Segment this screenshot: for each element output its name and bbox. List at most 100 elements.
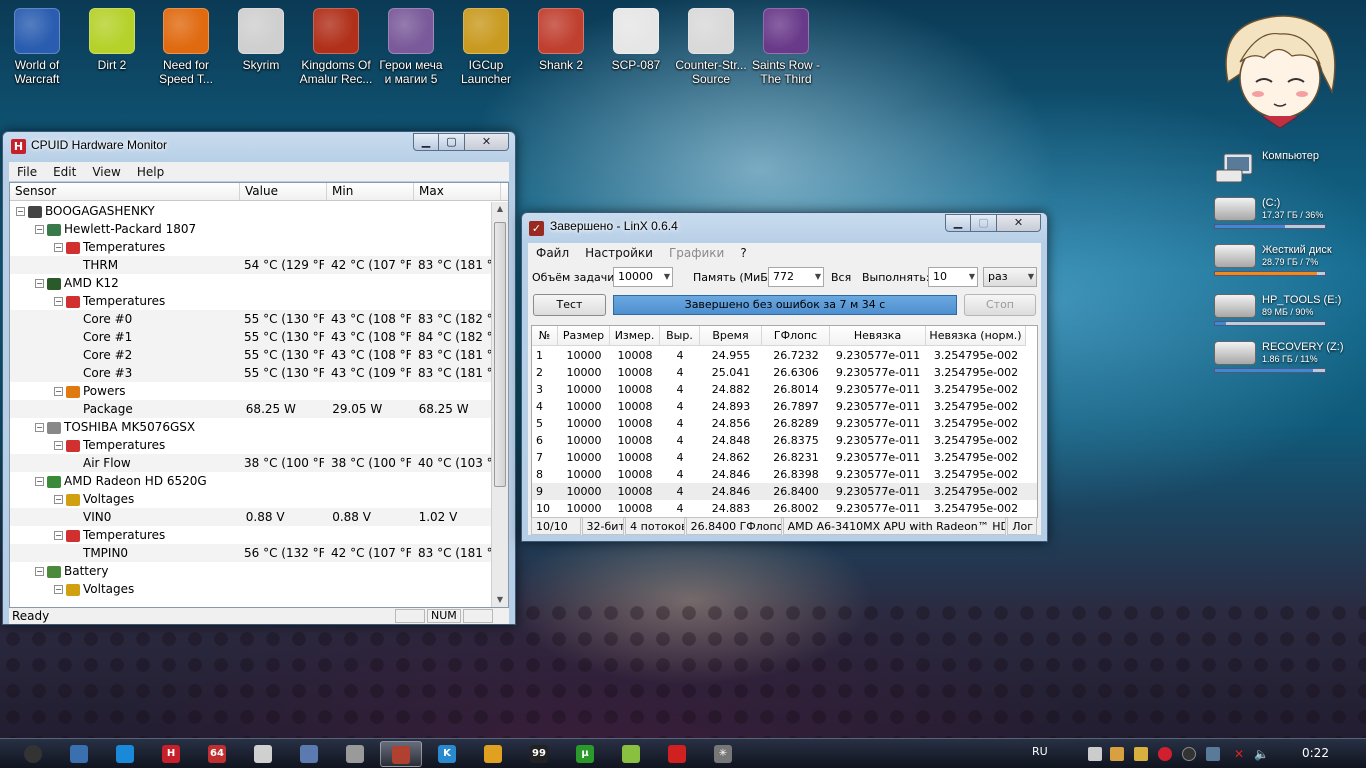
stop-button[interactable]: Стоп: [964, 294, 1036, 316]
close-button[interactable]: ✕: [465, 133, 509, 151]
computer-gadget-item[interactable]: Компьютер: [1214, 150, 1344, 184]
menu-edit[interactable]: Edit: [45, 165, 84, 179]
scroll-down-arrow-icon[interactable]: ▼: [492, 593, 508, 607]
scroll-up-arrow-icon[interactable]: ▲: [492, 202, 508, 216]
linx-close-button[interactable]: ✕: [997, 214, 1041, 232]
sensor-row[interactable]: − Hewlett-Packard 1807: [10, 220, 491, 238]
sensor-row[interactable]: Core #3 55 °C (130 °F) 43 °C (109 °F) 83 °C…: [10, 364, 504, 382]
tree-collapse-icon[interactable]: −: [54, 297, 63, 306]
sensor-row[interactable]: Core #0 55 °C (130 °F) 43 °C (108 °F) 83 °C…: [10, 310, 504, 328]
results-row[interactable]: 2 10000 10008 4 25.041 26.6306 9.230577e-011 3.…: [532, 364, 1037, 381]
tree-collapse-icon[interactable]: −: [35, 225, 44, 234]
sensor-row[interactable]: TMPIN0 56 °C (132 °F) 42 °C (107 °F) 83 °C …: [10, 544, 504, 562]
desktop-icon[interactable]: Counter-Str... Source: [674, 6, 748, 86]
desktop-icon[interactable]: IGCup Launcher: [449, 6, 523, 86]
results-column-header[interactable]: Невязка (норм.): [926, 326, 1026, 346]
desktop-icon[interactable]: Dirt 2: [75, 6, 149, 72]
drive-item[interactable]: HP_TOOLS (E:) 89 МБ / 90%: [1214, 294, 1344, 328]
results-column-header[interactable]: Измер.: [610, 326, 660, 346]
problem-size-combo[interactable]: 10000 ▼: [613, 267, 673, 287]
tree-collapse-icon[interactable]: −: [54, 243, 63, 252]
tree-collapse-icon[interactable]: −: [54, 387, 63, 396]
kaspersky-taskbar[interactable]: K: [426, 741, 468, 767]
linx-maximize-button[interactable]: ▢: [971, 214, 997, 232]
menu-view[interactable]: View: [84, 165, 128, 179]
sensor-row[interactable]: − Voltages: [10, 580, 491, 598]
tree-collapse-icon[interactable]: −: [16, 207, 25, 216]
tree-collapse-icon[interactable]: −: [54, 495, 63, 504]
tree-collapse-icon[interactable]: −: [35, 423, 44, 432]
log-button[interactable]: Лог ›: [1007, 517, 1037, 535]
tray-wand-icon[interactable]: [1110, 747, 1124, 761]
maximize-button[interactable]: ▢: [439, 133, 465, 151]
sensor-row[interactable]: Air Flow 38 °C (100 °F) 38 °C (100 °F) 40 °…: [10, 454, 504, 472]
drive-item[interactable]: Жесткий диск 28.79 ГБ / 7%: [1214, 244, 1344, 278]
start-orb[interactable]: [12, 741, 54, 767]
sensor-row[interactable]: − Powers: [10, 382, 491, 400]
results-column-header[interactable]: Размер: [558, 326, 610, 346]
sensor-row[interactable]: Package 68.25 W 29.05 W 68.25 W: [10, 400, 492, 418]
run-count-combo[interactable]: 10 ▼: [928, 267, 978, 287]
hwmonitor-taskbar[interactable]: H: [150, 741, 192, 767]
desktop-icon[interactable]: Skyrim: [224, 6, 298, 72]
tray-clock-icon[interactable]: [1182, 747, 1196, 761]
linx-minimize-button[interactable]: ▁: [945, 214, 971, 232]
sensor-row[interactable]: − AMD Radeon HD 6520G: [10, 472, 491, 490]
desktop-icon[interactable]: SCP-087: [599, 6, 673, 72]
drive-item[interactable]: (C:) 17.37 ГБ / 36%: [1214, 197, 1344, 231]
clock-time[interactable]: 0:22: [1302, 746, 1329, 760]
tray-flag-icon[interactable]: [1206, 747, 1220, 761]
all-memory-label[interactable]: Вся: [831, 271, 851, 284]
tree-collapse-icon[interactable]: −: [54, 585, 63, 594]
sensor-row[interactable]: − Temperatures: [10, 436, 491, 454]
desktop-icon[interactable]: Kingdoms Of Amalur Rec...: [299, 6, 373, 86]
menu-file-ru[interactable]: Файл: [528, 246, 577, 260]
desktop-icon[interactable]: World of Warcraft: [0, 6, 74, 86]
kmplayer-taskbar[interactable]: [288, 741, 330, 767]
usb-taskbar[interactable]: [334, 741, 376, 767]
winamp-taskbar[interactable]: [472, 741, 514, 767]
tray-tool-icon[interactable]: [1134, 747, 1148, 761]
tree-collapse-icon[interactable]: −: [54, 441, 63, 450]
results-row[interactable]: 9 10000 10008 4 24.846 26.8400 9.230577e-011 3.…: [532, 483, 1037, 500]
sensor-row[interactable]: − Battery: [10, 562, 491, 580]
sensor-row[interactable]: VIN0 0.88 V 0.88 V 1.02 V: [10, 508, 492, 526]
menu-about[interactable]: ?: [732, 246, 754, 260]
tray-plane-icon[interactable]: [1088, 747, 1102, 761]
menu-settings-ru[interactable]: Настройки: [577, 246, 661, 260]
results-column-header[interactable]: №: [532, 326, 558, 346]
desktop-icon[interactable]: Saints Row - The Third: [749, 6, 823, 86]
sensor-row[interactable]: − Temperatures: [10, 292, 491, 310]
sensor-row[interactable]: Core #2 55 °C (130 °F) 43 °C (108 °F) 83 °C…: [10, 346, 504, 364]
browser-taskbar[interactable]: [104, 741, 146, 767]
results-row[interactable]: 3 10000 10008 4 24.882 26.8014 9.230577e-011 3.…: [532, 381, 1037, 398]
results-column-header[interactable]: Выр.: [660, 326, 700, 346]
column-sensor[interactable]: Sensor: [10, 183, 240, 200]
tray-beats-icon[interactable]: [1158, 747, 1172, 761]
settings-taskbar[interactable]: ✳: [702, 741, 744, 767]
menu-help[interactable]: Help: [129, 165, 172, 179]
language-indicator[interactable]: RU: [1032, 745, 1048, 758]
tree-collapse-icon[interactable]: −: [35, 477, 44, 486]
results-column-header[interactable]: Невязка: [830, 326, 926, 346]
drive-item[interactable]: RECOVERY (Z:) 1.86 ГБ / 11%: [1214, 341, 1344, 375]
network-taskbar[interactable]: [610, 741, 652, 767]
tray-volume-icon[interactable]: 🔈: [1254, 747, 1269, 761]
sensor-row[interactable]: Core #1 55 °C (130 °F) 43 °C (108 °F) 84 °C…: [10, 328, 504, 346]
minimize-button[interactable]: ▁: [413, 133, 439, 151]
results-row[interactable]: 4 10000 10008 4 24.893 26.7897 9.230577e-011 3.…: [532, 398, 1037, 415]
menu-graphs-ru[interactable]: Графики: [661, 246, 732, 260]
run-unit-combo[interactable]: раз ▼: [983, 267, 1037, 287]
sensor-row[interactable]: − Voltages: [10, 490, 491, 508]
sensor-row[interactable]: − AMD K12: [10, 274, 491, 292]
test-button[interactable]: Тест: [533, 294, 606, 316]
aida-taskbar[interactable]: 64: [196, 741, 238, 767]
explorer-taskbar[interactable]: [58, 741, 100, 767]
memory-combo[interactable]: 772 ▼: [768, 267, 824, 287]
opera-taskbar[interactable]: [656, 741, 698, 767]
desktop-icon[interactable]: Need for Speed T...: [149, 6, 223, 86]
tree-collapse-icon[interactable]: −: [35, 279, 44, 288]
menu-file[interactable]: File: [9, 165, 45, 179]
sensor-vertical-scrollbar[interactable]: ▲ ▼: [491, 202, 508, 607]
results-column-header[interactable]: ГФлопс: [762, 326, 830, 346]
